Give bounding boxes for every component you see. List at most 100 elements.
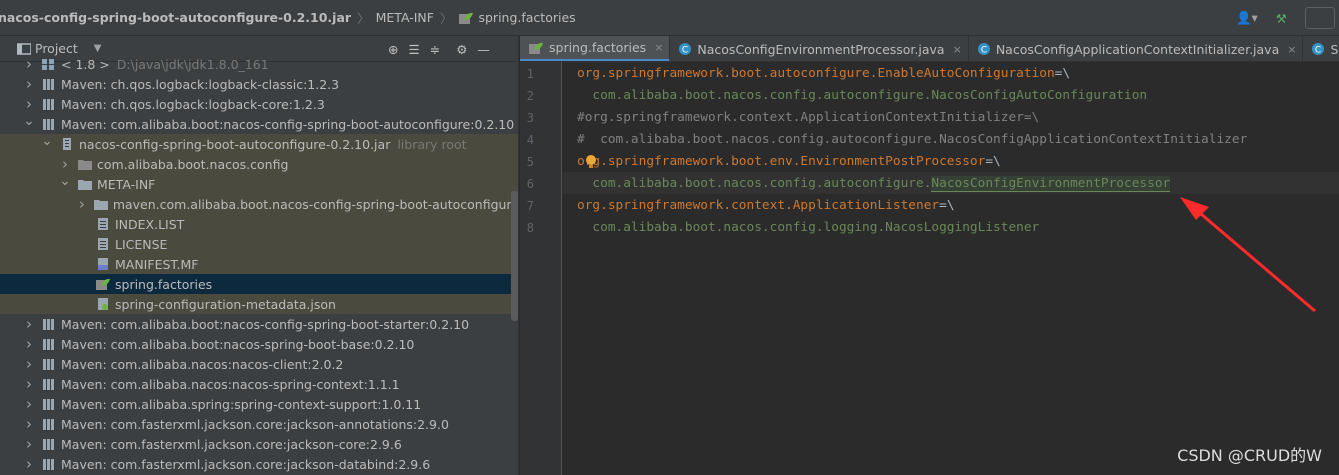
json-file-icon — [95, 297, 111, 311]
run-config-icon[interactable] — [1305, 7, 1335, 29]
editor-tab-label: SpringApp — [1330, 41, 1339, 57]
tree-item-label: INDEX.LIST — [115, 216, 185, 232]
chevron-right-icon[interactable]: › — [23, 375, 35, 393]
library-icon — [41, 397, 57, 411]
tree-item[interactable]: › com.alibaba.boot.nacos.config — [0, 154, 518, 174]
tree-item-label: Maven: com.alibaba.boot:nacos-spring-boo… — [61, 336, 415, 352]
editor-tab[interactable]: C NacosConfigApplicationContextInitialize… — [969, 36, 1304, 61]
tree-item[interactable]: spring.factories — [0, 274, 518, 294]
tree-item[interactable]: › Maven: com.alibaba.nacos:nacos-client:2… — [0, 354, 518, 374]
tree-scrollbar[interactable] — [511, 191, 518, 321]
editor-tab-label: NacosConfigEnvironmentProcessor.java — [697, 41, 945, 57]
editor[interactable]: 12345678 org.springframework.boot.autoco… — [520, 62, 1339, 475]
close-icon[interactable]: × — [1287, 43, 1296, 56]
spring-file-icon — [459, 12, 474, 24]
tree-item[interactable]: › Maven: ch.qos.logback:logback-classic:1… — [0, 74, 518, 94]
chevron-right-icon[interactable]: › — [59, 155, 71, 173]
library-icon — [41, 97, 57, 111]
editor-tab[interactable]: C SpringApp — [1303, 36, 1339, 61]
tree-item-label: < 1.8 > — [61, 56, 110, 72]
build-hammer-icon[interactable]: ⚒ — [1276, 11, 1287, 26]
folder-icon — [77, 177, 93, 191]
chevron-right-icon: 〉 — [439, 11, 453, 26]
svg-text:C: C — [682, 46, 688, 56]
editor-tab-label: spring.factories — [549, 40, 647, 55]
library-icon — [41, 317, 57, 331]
jdk-icon — [41, 57, 57, 71]
text-file-icon — [95, 217, 111, 231]
chevron-right-icon[interactable]: › — [23, 75, 35, 93]
tree-item[interactable]: ⌄ Maven: com.alibaba.boot:nacos-config-sp… — [0, 113, 518, 134]
tree-item-label: META-INF — [97, 176, 156, 192]
project-tree: › < 1.8 > D:\java\jdk\jdk1.8.0_161 › Maven: … — [0, 54, 518, 474]
tree-item-label: Maven: com.fasterxml.jackson.core:jackso… — [61, 416, 449, 432]
close-icon[interactable]: × — [953, 43, 962, 56]
folder-icon — [93, 197, 109, 211]
tree-item[interactable]: › Maven: com.fasterxml.jackson.core:jacks… — [0, 434, 518, 454]
tree-item[interactable]: › maven.com.alibaba.boot.nacos-config-spr… — [0, 194, 518, 214]
chevron-down-icon[interactable]: ▼ — [94, 43, 102, 54]
tree-item-label: MANIFEST.MF — [115, 256, 199, 272]
chevron-right-icon[interactable]: › — [23, 435, 35, 453]
annotation-arrow — [1180, 197, 1316, 313]
watermark: CSDN @CRUD的W — [1177, 446, 1322, 465]
tree-item[interactable]: › Maven: com.alibaba.spring:spring-contex… — [0, 394, 518, 414]
package-icon — [77, 157, 93, 171]
library-icon — [41, 357, 57, 371]
tree-item[interactable]: MANIFEST.MF — [0, 254, 518, 274]
class-icon: C — [1311, 42, 1325, 56]
tree-item[interactable]: › Maven: com.fasterxml.jackson.core:jacks… — [0, 454, 518, 474]
chevron-right-icon[interactable]: › — [23, 355, 35, 373]
tree-item[interactable]: INDEX.LIST — [0, 214, 518, 234]
chevron-right-icon[interactable]: › — [23, 455, 35, 473]
library-icon — [41, 457, 57, 471]
tree-item[interactable]: ⌄ nacos-config-spring-boot-autoconfigure-… — [0, 133, 518, 154]
tree-item-label: nacos-config-spring-boot-autoconfigure-0… — [79, 136, 391, 152]
tree-item[interactable]: › Maven: com.fasterxml.jackson.core:jacks… — [0, 414, 518, 434]
close-icon[interactable]: × — [654, 41, 663, 54]
tree-item[interactable]: › Maven: com.alibaba.nacos:nacos-spring-c… — [0, 374, 518, 394]
tree-item[interactable]: LICENSE — [0, 234, 518, 254]
chevron-right-icon[interactable]: › — [23, 315, 35, 333]
chevron-down-icon[interactable]: ⌄ — [41, 133, 53, 149]
breadcrumb: nacos-config-spring-boot-autoconfigure-0… — [0, 0, 1339, 36]
tree-item-label: Maven: com.alibaba.spring:spring-context… — [61, 396, 422, 412]
tree-item[interactable]: ⌄ META-INF — [0, 173, 518, 194]
tree-item[interactable]: spring-configuration-metadata.json — [0, 294, 518, 314]
editor-tab[interactable]: spring.factories × — [520, 36, 671, 61]
toolbar-right: 👤▾ ⚒ — [1236, 0, 1339, 35]
editor-tab[interactable]: C NacosConfigEnvironmentProcessor.java × — [670, 36, 969, 61]
chevron-right-icon[interactable]: › — [77, 195, 87, 213]
chevron-right-icon[interactable]: › — [23, 55, 35, 73]
breadcrumb-file[interactable]: spring.factories — [458, 10, 576, 25]
tree-item[interactable]: › < 1.8 > D:\java\jdk\jdk1.8.0_161 — [0, 54, 518, 74]
class-icon: C — [678, 42, 692, 56]
breadcrumb-meta-inf[interactable]: META-INF — [376, 10, 434, 25]
breadcrumb-file-label: spring.factories — [478, 10, 576, 25]
tree-item[interactable]: › Maven: com.alibaba.boot:nacos-config-sp… — [0, 314, 518, 334]
library-icon — [41, 117, 57, 131]
manifest-file-icon — [95, 257, 111, 271]
tree-item-label: Maven: ch.qos.logback:logback-core:1.2.3 — [61, 96, 325, 112]
class-icon: C — [977, 42, 991, 56]
editor-tab-label: NacosConfigApplicationContextInitializer… — [995, 41, 1280, 57]
tree-item[interactable]: › Maven: com.alibaba.boot:nacos-spring-bo… — [0, 334, 518, 354]
chevron-down-icon[interactable]: ⌄ — [59, 173, 71, 189]
tree-item-label: Maven: com.alibaba.boot:nacos-config-spr… — [61, 316, 470, 332]
chevron-down-icon[interactable]: ⌄ — [23, 113, 35, 129]
project-folder-icon — [17, 42, 31, 55]
library-icon — [41, 77, 57, 91]
library-icon — [41, 437, 57, 451]
chevron-right-icon: 〉 — [357, 11, 370, 26]
chevron-right-icon[interactable]: › — [23, 395, 35, 413]
tree-item-label: LICENSE — [115, 236, 168, 252]
jar-icon — [59, 137, 75, 151]
tree-item[interactable]: › Maven: ch.qos.logback:logback-core:1.2.… — [0, 94, 518, 114]
breadcrumb-jar[interactable]: nacos-config-spring-boot-autoconfigure-0… — [0, 10, 351, 25]
chevron-right-icon[interactable]: › — [23, 415, 35, 433]
tree-item-label: Maven: com.fasterxml.jackson.core:jackso… — [61, 456, 431, 472]
chevron-right-icon[interactable]: › — [23, 335, 35, 353]
spring-file-icon — [95, 277, 111, 291]
user-icon[interactable]: 👤▾ — [1236, 10, 1258, 26]
chevron-right-icon[interactable]: › — [23, 95, 35, 113]
